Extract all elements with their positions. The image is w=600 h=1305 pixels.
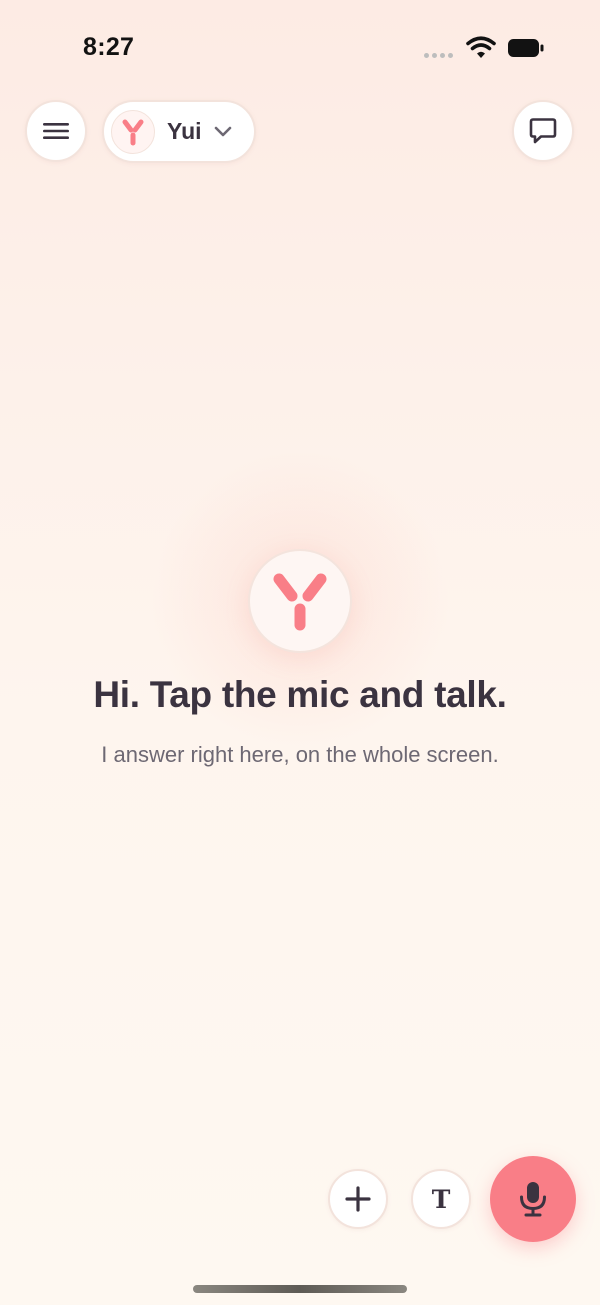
persona-selector[interactable]: Yui	[102, 100, 256, 163]
chevron-down-icon	[214, 126, 232, 137]
assistant-logo	[248, 549, 352, 653]
y-logo-icon	[122, 119, 144, 145]
wifi-icon	[466, 36, 496, 58]
text-input-button[interactable]: T	[411, 1169, 471, 1229]
status-time: 8:27	[83, 33, 135, 61]
home-indicator[interactable]	[193, 1285, 407, 1293]
hamburger-icon	[43, 123, 69, 139]
microphone-icon	[520, 1182, 546, 1217]
menu-button[interactable]	[25, 100, 87, 162]
battery-icon	[508, 39, 544, 57]
text-t-icon: T	[431, 1184, 451, 1214]
chat-history-button[interactable]	[512, 100, 574, 162]
plus-icon	[345, 1186, 371, 1212]
add-button[interactable]	[328, 1169, 388, 1229]
chat-bubble-icon	[529, 118, 557, 144]
persona-avatar	[111, 109, 155, 154]
cellular-signal-icon	[424, 53, 453, 58]
y-logo-icon	[273, 573, 327, 631]
microphone-button[interactable]	[490, 1156, 576, 1242]
persona-name: Yui	[167, 118, 202, 144]
page-subtitle: I answer right here, on the whole screen…	[101, 742, 499, 767]
app-screen: 8:27 Yui Hi. Tap the mic and talk. I ans…	[0, 0, 600, 1305]
page-title: Hi. Tap the mic and talk.	[93, 674, 507, 715]
